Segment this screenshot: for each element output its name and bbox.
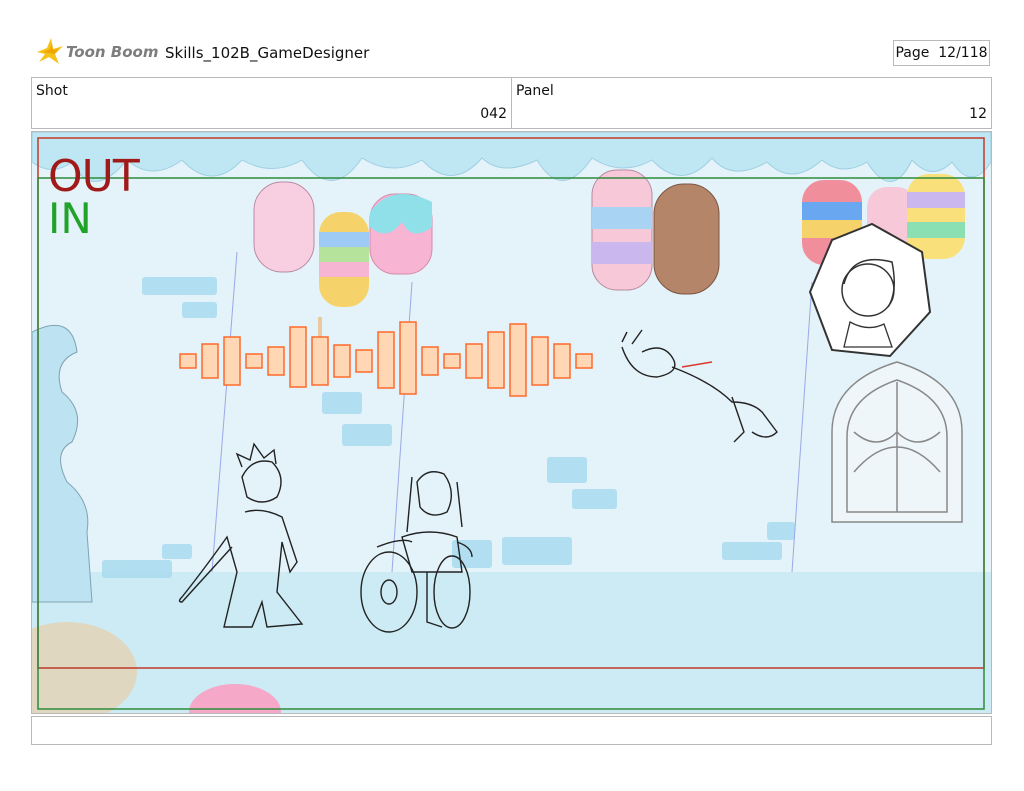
in-label: IN — [48, 194, 92, 243]
storyboard-frame — [31, 131, 992, 714]
page-indicator: Page 12/118 — [893, 40, 990, 66]
toon-boom-logo-icon — [37, 38, 63, 64]
shot-label: Shot — [36, 83, 68, 99]
panel-label: Panel — [516, 83, 554, 99]
page-label: Page — [895, 45, 930, 61]
panel-notes-field[interactable] — [31, 716, 992, 745]
page-value: 12/118 — [938, 45, 988, 61]
panel-field: Panel 12 — [511, 77, 992, 129]
panel-artwork — [32, 132, 991, 713]
shot-field: Shot 042 — [31, 77, 512, 129]
gothic-window — [831, 361, 963, 523]
panel-value: 12 — [969, 106, 987, 122]
out-label: OUT — [48, 151, 140, 202]
shot-value: 042 — [480, 106, 507, 122]
brand-text: Toon Boom — [66, 43, 158, 61]
project-title: Skills_102B_GameDesigner — [165, 44, 370, 62]
toon-boom-logo: Toon Boom — [33, 36, 163, 68]
